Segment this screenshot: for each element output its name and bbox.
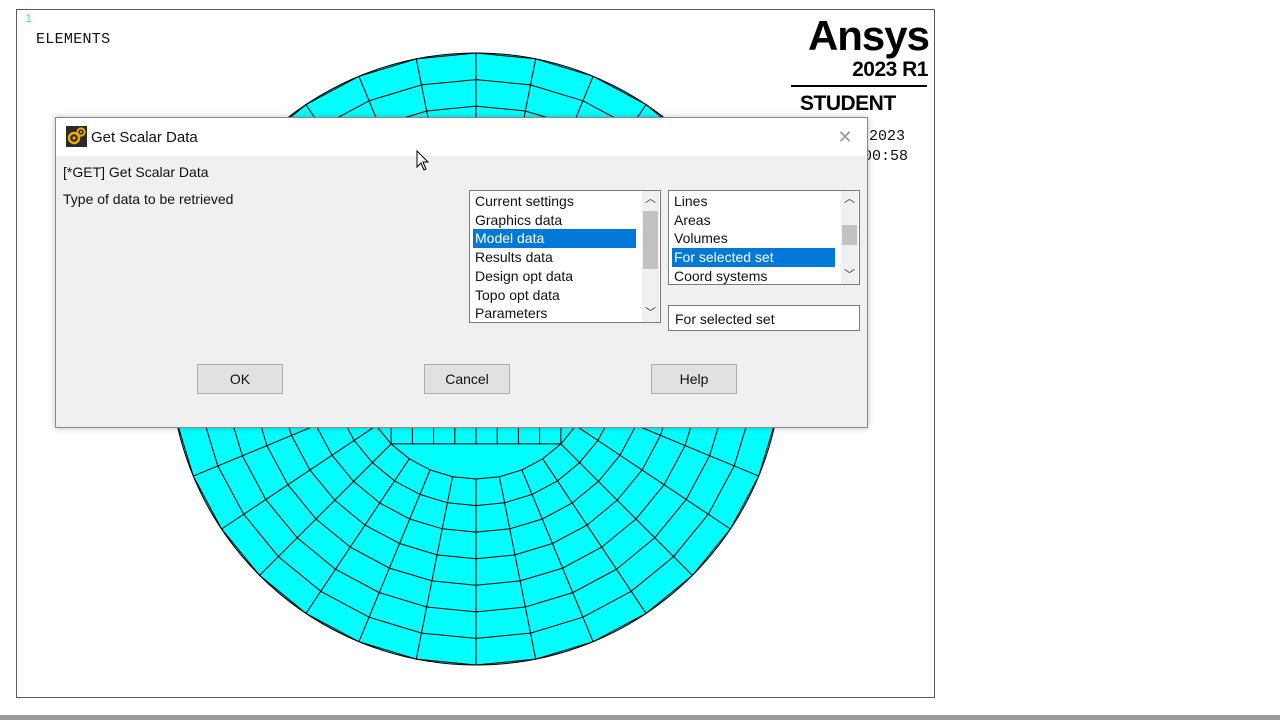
list-item[interactable]: Lines: [672, 192, 835, 211]
dialog-titlebar[interactable]: Get Scalar Data ✕: [56, 118, 867, 156]
selection-field[interactable]: For selected set: [668, 305, 860, 331]
close-button[interactable]: ✕: [828, 124, 862, 150]
cancel-button[interactable]: Cancel: [424, 364, 510, 394]
close-icon: ✕: [837, 127, 853, 147]
list-item[interactable]: Graphics data: [473, 211, 636, 230]
plot-label: ELEMENTS: [36, 31, 111, 48]
logo-brand: Ansys: [807, 12, 930, 59]
logo-version: 2023 R1: [852, 58, 928, 81]
help-button[interactable]: Help: [651, 364, 737, 394]
data-item-listbox[interactable]: Lines Areas Volumes For selected set Coo…: [668, 190, 860, 285]
scroll-down-icon[interactable]: ﹀: [642, 305, 659, 322]
scroll-thumb[interactable]: [643, 211, 658, 269]
scroll-thumb[interactable]: [842, 225, 857, 245]
list-item[interactable]: Topo opt data: [473, 286, 636, 305]
window-number: 1: [25, 12, 33, 26]
plot-date: 2023: [869, 128, 906, 145]
ok-button[interactable]: OK: [197, 364, 283, 394]
get-scalar-data-dialog: Get Scalar Data ✕ [*GET] Get Scalar Data…: [55, 117, 868, 428]
ansys-gears-icon: [66, 126, 87, 147]
list-item-selected[interactable]: For selected set: [672, 248, 835, 267]
mouse-pointer-icon: [416, 150, 430, 171]
list-item[interactable]: Coord systems: [672, 267, 835, 284]
list-item[interactable]: Current settings: [473, 192, 636, 211]
list-item[interactable]: Results data: [473, 248, 636, 267]
bottom-border: [0, 715, 1280, 720]
scroll-up-icon[interactable]: ︿: [642, 191, 659, 208]
list-item[interactable]: Parameters: [473, 304, 636, 322]
ansys-logo: Ansys 2023 R1 STUDENT: [789, 10, 933, 120]
dialog-title: Get Scalar Data: [91, 129, 198, 146]
plot-time: 00:58: [863, 148, 909, 165]
list-item[interactable]: Volumes: [672, 229, 835, 248]
type-label: Type of data to be retrieved: [63, 191, 234, 207]
logo-divider: [791, 85, 927, 87]
list-item[interactable]: Areas: [672, 211, 835, 230]
command-label: [*GET] Get Scalar Data: [63, 164, 209, 180]
category-scrollbar[interactable]: ︿ ﹀: [642, 191, 659, 322]
logo-edition: STUDENT: [800, 92, 896, 115]
list-item[interactable]: Design opt data: [473, 267, 636, 286]
scroll-up-icon[interactable]: ︿: [841, 191, 858, 208]
list-item-selected[interactable]: Model data: [473, 229, 636, 248]
data-category-listbox[interactable]: Current settings Graphics data Model dat…: [469, 190, 661, 323]
item-scrollbar[interactable]: ︿ ﹀: [841, 191, 858, 284]
scroll-down-icon[interactable]: ﹀: [841, 267, 858, 284]
